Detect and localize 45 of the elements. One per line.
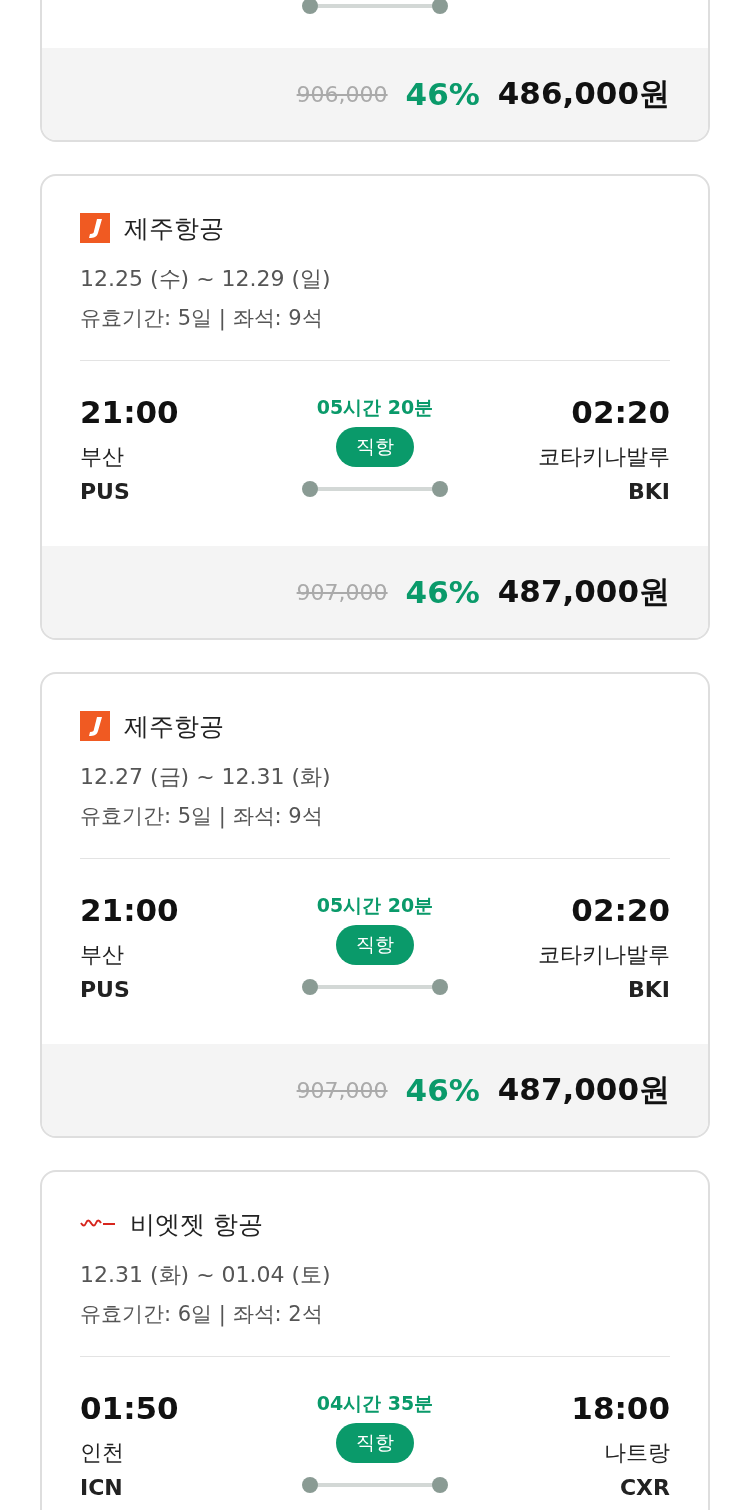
departure-time: 21:00	[80, 891, 179, 929]
flight-duration: 05시간 20분	[316, 893, 434, 917]
original-price: 907,000	[296, 579, 388, 605]
airline-name: 제주항공	[124, 212, 224, 245]
arrival-city: 코타키나발루	[538, 443, 670, 471]
arrival-city: 코타키나발루	[538, 941, 670, 969]
flight-duration: 05시간 20분	[316, 395, 434, 419]
discount-rate: 46%	[405, 574, 480, 610]
travel-dates: 12.27 (금) ~ 12.31 (화)	[80, 763, 332, 791]
departure-time: 21:00	[80, 393, 179, 431]
discount-rate: 46%	[405, 76, 480, 112]
original-price: 906,000	[296, 81, 388, 107]
departure-code: PUS	[80, 479, 130, 504]
route-badge: 직항	[336, 427, 414, 467]
validity-seats: 유효기간: 6일 | 좌석: 2석	[80, 1300, 670, 1328]
airline-logo	[80, 213, 110, 243]
airline-name: 제주항공	[124, 710, 224, 743]
departure-city: 부산	[80, 443, 124, 471]
arrival-code: BKI	[628, 977, 670, 1002]
airline-name: 비엣젯 항공	[130, 1208, 263, 1241]
arrival-code: BKI	[628, 479, 670, 504]
arrival-city: 나트랑	[604, 1439, 670, 1467]
travel-dates: 12.25 (수) ~ 12.29 (일)	[80, 265, 332, 293]
arrival-time: 02:20	[571, 891, 670, 929]
departure-code: ICN	[80, 1475, 123, 1500]
departure-time: 01:50	[80, 1389, 179, 1427]
departure-city: 인천	[80, 1439, 124, 1467]
travel-dates: 12.31 (화) ~ 01.04 (토)	[80, 1261, 332, 1289]
sale-price: 487,000원	[497, 1070, 670, 1109]
airline-logo	[80, 1219, 116, 1229]
departure-code: PUS	[80, 977, 130, 1002]
validity-seats: 유효기간: 5일 | 좌석: 9석	[80, 802, 670, 830]
sale-price: 486,000원	[497, 74, 670, 113]
arrival-code: CXR	[619, 1475, 670, 1500]
flight-duration: 04시간 35분	[316, 1391, 434, 1415]
validity-seats: 유효기간: 5일 | 좌석: 9석	[80, 304, 670, 332]
discount-rate: 46%	[405, 1072, 480, 1108]
route-badge: 직항	[336, 1423, 414, 1463]
arrival-time: 18:00	[571, 1389, 670, 1427]
route-badge: 직항	[336, 925, 414, 965]
airline-logo	[80, 711, 110, 741]
sale-price: 487,000원	[497, 572, 670, 611]
departure-city: 부산	[80, 941, 124, 969]
arrival-time: 02:20	[571, 393, 670, 431]
original-price: 907,000	[296, 1077, 388, 1103]
